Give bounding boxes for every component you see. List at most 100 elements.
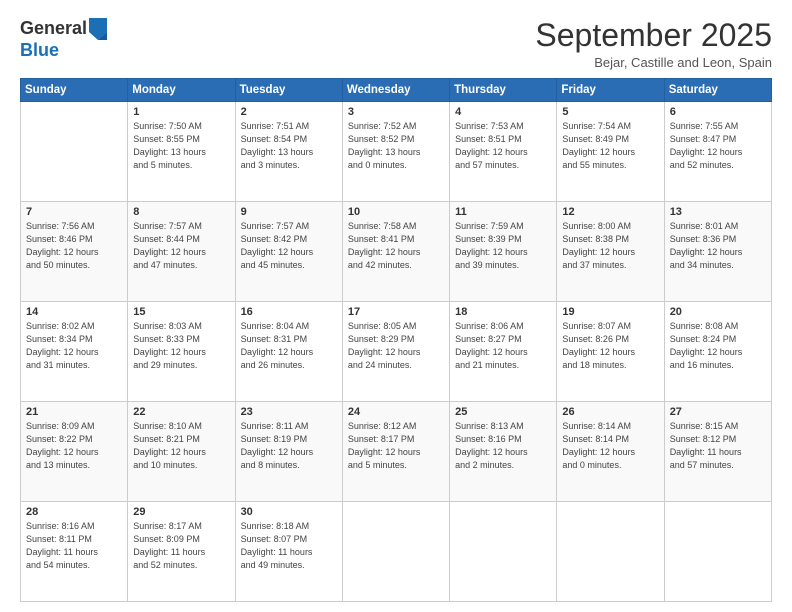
day-info: Sunrise: 7:51 AM Sunset: 8:54 PM Dayligh… <box>241 120 337 172</box>
page: General Blue September 2025 Bejar, Casti… <box>0 0 792 612</box>
day-info: Sunrise: 8:00 AM Sunset: 8:38 PM Dayligh… <box>562 220 658 272</box>
day-number: 4 <box>455 106 551 118</box>
calendar-cell: 16 Sunrise: 8:04 AM Sunset: 8:31 PM Dayli… <box>235 302 342 402</box>
day-number: 9 <box>241 206 337 218</box>
day-info: Sunrise: 8:11 AM Sunset: 8:19 PM Dayligh… <box>241 420 337 472</box>
calendar-cell: 4 Sunrise: 7:53 AM Sunset: 8:51 PM Daylig… <box>450 102 557 202</box>
calendar-cell <box>450 502 557 602</box>
day-number: 8 <box>133 206 229 218</box>
day-number: 19 <box>562 306 658 318</box>
col-tuesday: Tuesday <box>235 79 342 102</box>
col-friday: Friday <box>557 79 664 102</box>
calendar-table: Sunday Monday Tuesday Wednesday Thursday… <box>20 78 772 602</box>
calendar-week-row: 1Sunrise: 7:50 AM Sunset: 8:55 PM Daylig… <box>21 102 772 202</box>
calendar-cell <box>557 502 664 602</box>
calendar-cell: 25 Sunrise: 8:13 AM Sunset: 8:16 PM Dayli… <box>450 402 557 502</box>
calendar-cell: 29 Sunrise: 8:17 AM Sunset: 8:09 PM Dayli… <box>128 502 235 602</box>
day-number: 16 <box>241 306 337 318</box>
calendar-cell: 30 Sunrise: 8:18 AM Sunset: 8:07 PM Dayli… <box>235 502 342 602</box>
day-number: 1 <box>133 106 229 118</box>
day-info: Sunrise: 8:05 AM Sunset: 8:29 PM Dayligh… <box>348 320 444 372</box>
day-info: Sunrise: 7:54 AM Sunset: 8:49 PM Dayligh… <box>562 120 658 172</box>
calendar-cell: 15 Sunrise: 8:03 AM Sunset: 8:33 PM Dayli… <box>128 302 235 402</box>
logo-icon <box>89 18 107 40</box>
day-number: 26 <box>562 406 658 418</box>
month-title: September 2025 <box>535 18 772 53</box>
calendar-header-row: Sunday Monday Tuesday Wednesday Thursday… <box>21 79 772 102</box>
calendar-cell: 11Sunrise: 7:59 AM Sunset: 8:39 PM Dayli… <box>450 202 557 302</box>
calendar-cell <box>21 102 128 202</box>
col-thursday: Thursday <box>450 79 557 102</box>
day-info: Sunrise: 8:01 AM Sunset: 8:36 PM Dayligh… <box>670 220 766 272</box>
day-number: 21 <box>26 406 122 418</box>
calendar-cell: 23Sunrise: 8:11 AM Sunset: 8:19 PM Dayli… <box>235 402 342 502</box>
day-info: Sunrise: 8:16 AM Sunset: 8:11 PM Dayligh… <box>26 520 122 572</box>
calendar-cell: 5 Sunrise: 7:54 AM Sunset: 8:49 PM Daylig… <box>557 102 664 202</box>
calendar-cell: 6Sunrise: 7:55 AM Sunset: 8:47 PM Daylig… <box>664 102 771 202</box>
day-info: Sunrise: 7:56 AM Sunset: 8:46 PM Dayligh… <box>26 220 122 272</box>
header: General Blue September 2025 Bejar, Casti… <box>20 18 772 70</box>
day-info: Sunrise: 8:06 AM Sunset: 8:27 PM Dayligh… <box>455 320 551 372</box>
day-number: 15 <box>133 306 229 318</box>
calendar-week-row: 7Sunrise: 7:56 AM Sunset: 8:46 PM Daylig… <box>21 202 772 302</box>
calendar-cell: 17 Sunrise: 8:05 AM Sunset: 8:29 PM Dayli… <box>342 302 449 402</box>
day-number: 11 <box>455 206 551 218</box>
calendar-cell: 28 Sunrise: 8:16 AM Sunset: 8:11 PM Dayli… <box>21 502 128 602</box>
day-number: 27 <box>670 406 766 418</box>
day-info: Sunrise: 8:13 AM Sunset: 8:16 PM Dayligh… <box>455 420 551 472</box>
col-wednesday: Wednesday <box>342 79 449 102</box>
calendar-cell: 10 Sunrise: 7:58 AM Sunset: 8:41 PM Dayli… <box>342 202 449 302</box>
col-sunday: Sunday <box>21 79 128 102</box>
day-number: 17 <box>348 306 444 318</box>
day-number: 28 <box>26 506 122 518</box>
day-info: Sunrise: 8:04 AM Sunset: 8:31 PM Dayligh… <box>241 320 337 372</box>
day-info: Sunrise: 7:55 AM Sunset: 8:47 PM Dayligh… <box>670 120 766 172</box>
day-number: 18 <box>455 306 551 318</box>
day-info: Sunrise: 8:03 AM Sunset: 8:33 PM Dayligh… <box>133 320 229 372</box>
day-info: Sunrise: 8:08 AM Sunset: 8:24 PM Dayligh… <box>670 320 766 372</box>
day-number: 3 <box>348 106 444 118</box>
calendar-cell: 27 Sunrise: 8:15 AM Sunset: 8:12 PM Dayli… <box>664 402 771 502</box>
location: Bejar, Castille and Leon, Spain <box>535 55 772 70</box>
day-info: Sunrise: 8:17 AM Sunset: 8:09 PM Dayligh… <box>133 520 229 572</box>
calendar-cell: 9 Sunrise: 7:57 AM Sunset: 8:42 PM Daylig… <box>235 202 342 302</box>
day-number: 25 <box>455 406 551 418</box>
calendar-cell: 14Sunrise: 8:02 AM Sunset: 8:34 PM Dayli… <box>21 302 128 402</box>
calendar-cell: 2 Sunrise: 7:51 AM Sunset: 8:54 PM Daylig… <box>235 102 342 202</box>
day-info: Sunrise: 8:18 AM Sunset: 8:07 PM Dayligh… <box>241 520 337 572</box>
day-info: Sunrise: 7:53 AM Sunset: 8:51 PM Dayligh… <box>455 120 551 172</box>
calendar-cell: 20Sunrise: 8:08 AM Sunset: 8:24 PM Dayli… <box>664 302 771 402</box>
day-number: 24 <box>348 406 444 418</box>
logo: General Blue <box>20 18 107 62</box>
calendar-cell: 12 Sunrise: 8:00 AM Sunset: 8:38 PM Dayli… <box>557 202 664 302</box>
day-info: Sunrise: 8:14 AM Sunset: 8:14 PM Dayligh… <box>562 420 658 472</box>
day-number: 12 <box>562 206 658 218</box>
day-info: Sunrise: 8:15 AM Sunset: 8:12 PM Dayligh… <box>670 420 766 472</box>
logo-general-text: General <box>20 18 87 40</box>
calendar-cell <box>342 502 449 602</box>
calendar-cell: 19 Sunrise: 8:07 AM Sunset: 8:26 PM Dayli… <box>557 302 664 402</box>
day-info: Sunrise: 7:58 AM Sunset: 8:41 PM Dayligh… <box>348 220 444 272</box>
day-number: 2 <box>241 106 337 118</box>
day-info: Sunrise: 7:57 AM Sunset: 8:42 PM Dayligh… <box>241 220 337 272</box>
day-number: 10 <box>348 206 444 218</box>
day-number: 13 <box>670 206 766 218</box>
calendar-week-row: 28 Sunrise: 8:16 AM Sunset: 8:11 PM Dayli… <box>21 502 772 602</box>
day-number: 5 <box>562 106 658 118</box>
calendar-cell: 7Sunrise: 7:56 AM Sunset: 8:46 PM Daylig… <box>21 202 128 302</box>
day-number: 29 <box>133 506 229 518</box>
day-number: 30 <box>241 506 337 518</box>
col-saturday: Saturday <box>664 79 771 102</box>
day-number: 22 <box>133 406 229 418</box>
calendar-cell: 22Sunrise: 8:10 AM Sunset: 8:21 PM Dayli… <box>128 402 235 502</box>
day-info: Sunrise: 8:07 AM Sunset: 8:26 PM Dayligh… <box>562 320 658 372</box>
calendar-cell <box>664 502 771 602</box>
calendar-cell: 18 Sunrise: 8:06 AM Sunset: 8:27 PM Dayli… <box>450 302 557 402</box>
day-info: Sunrise: 8:09 AM Sunset: 8:22 PM Dayligh… <box>26 420 122 472</box>
calendar-week-row: 14Sunrise: 8:02 AM Sunset: 8:34 PM Dayli… <box>21 302 772 402</box>
calendar-cell: 24Sunrise: 8:12 AM Sunset: 8:17 PM Dayli… <box>342 402 449 502</box>
col-monday: Monday <box>128 79 235 102</box>
calendar-cell: 21 Sunrise: 8:09 AM Sunset: 8:22 PM Dayli… <box>21 402 128 502</box>
day-info: Sunrise: 7:57 AM Sunset: 8:44 PM Dayligh… <box>133 220 229 272</box>
day-number: 14 <box>26 306 122 318</box>
